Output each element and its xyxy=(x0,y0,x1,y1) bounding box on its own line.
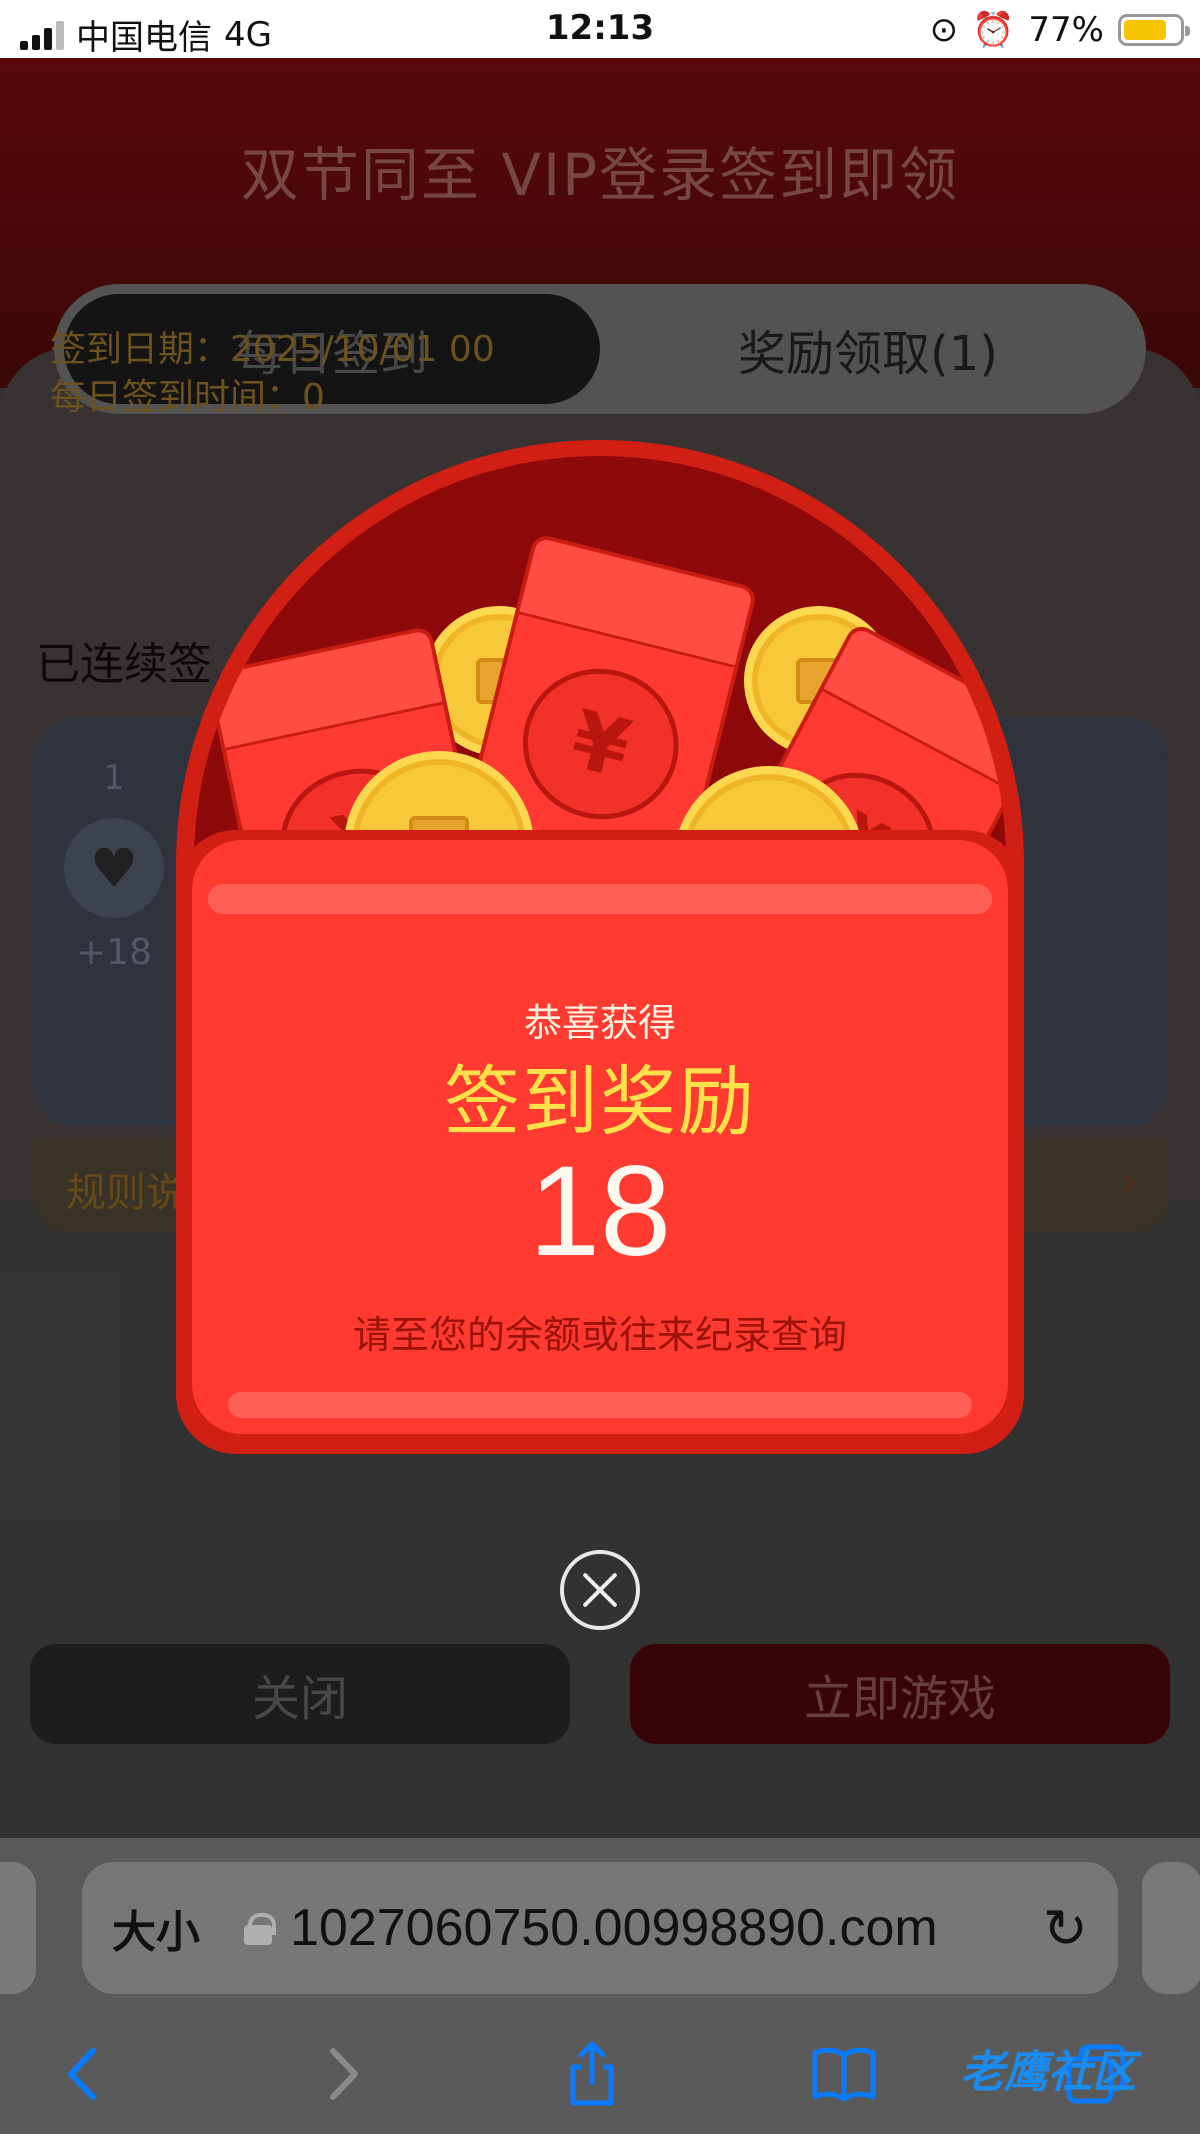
forward-button[interactable] xyxy=(292,2024,392,2124)
chevron-left-icon xyxy=(68,2048,96,2100)
chevron-right-icon xyxy=(330,2048,358,2100)
reward-subtitle: 恭喜获得 xyxy=(523,1001,676,1045)
modal-close-button[interactable] xyxy=(560,1550,640,1630)
lock-icon xyxy=(244,1913,276,1945)
address-bar[interactable]: 大小 1027060750.00998890.com ↻ xyxy=(82,1862,1118,1994)
url-text[interactable]: 1027060750.00998890.com xyxy=(290,1898,1043,1958)
reward-title: 签到奖励 xyxy=(444,1057,756,1146)
status-bar: 中国电信 4G 12:13 ⊙ ⏰ 77% xyxy=(0,0,1200,58)
bookmarks-button[interactable] xyxy=(794,2024,894,2124)
alarm-icon: ⏰ xyxy=(972,10,1015,50)
watermark-logo: 老鹰社区 xyxy=(960,2047,1136,2098)
back-button[interactable] xyxy=(34,2024,134,2124)
share-button[interactable] xyxy=(542,2024,642,2124)
next-tab-pill[interactable] xyxy=(1142,1862,1200,1994)
battery-icon xyxy=(1118,14,1190,46)
status-right: ⊙ ⏰ 77% xyxy=(929,10,1190,50)
reload-icon[interactable]: ↻ xyxy=(1043,1897,1088,1960)
browser-address-area: 大小 1027060750.00998890.com ↻ xyxy=(0,1838,1200,2014)
battery-fill xyxy=(1124,20,1166,40)
red-envelope-modal: ¥ ¥ ¥ 恭喜获得 签到奖励 18 请至您的余额或往来纪录查询 xyxy=(176,440,1024,1454)
rotation-lock-icon: ⊙ xyxy=(929,10,959,50)
reward-note: 请至您的余额或往来纪录查询 xyxy=(352,1313,847,1357)
previous-tab-pill[interactable] xyxy=(0,1862,36,1994)
envelope-gloss xyxy=(208,884,992,914)
book-icon xyxy=(812,2047,876,2102)
reward-amount: 18 xyxy=(528,1140,672,1283)
text-size-button[interactable]: 大小 xyxy=(112,1896,200,1960)
battery-percent: 77% xyxy=(1028,10,1104,50)
envelope-gloss xyxy=(228,1392,972,1418)
share-icon xyxy=(570,2041,614,2106)
